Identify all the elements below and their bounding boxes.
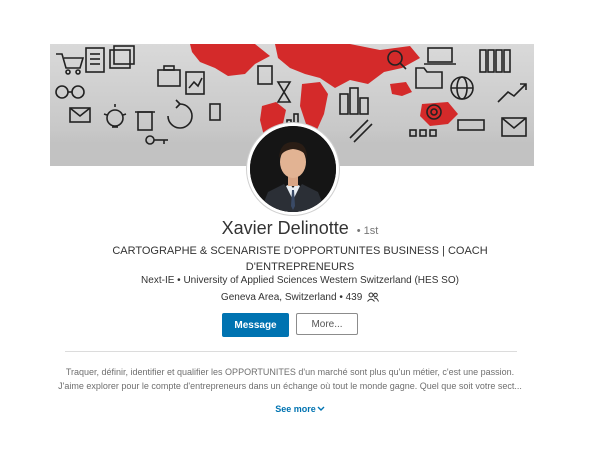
- profile-location-row: Geneva Area, Switzerland • 439: [0, 292, 600, 303]
- more-actions-button[interactable]: More...: [296, 313, 358, 335]
- section-divider: [65, 351, 517, 352]
- summary-line: J'aime explorer pour le compte d'entrepr…: [58, 381, 522, 391]
- profile-name-row: Xavier Delinotte • 1st: [0, 218, 600, 239]
- chevron-down-icon: [317, 404, 325, 414]
- profile-location: Geneva Area, Switzerland • 439: [220, 292, 363, 303]
- profile-education: Next-IE • University of Applied Sciences…: [141, 275, 459, 286]
- profile-name: Xavier Delinotte: [221, 218, 349, 238]
- see-more-label: See more: [275, 404, 316, 414]
- profile-avatar[interactable]: [247, 123, 339, 215]
- world-map-icon: [190, 44, 458, 144]
- connection-degree: • 1st: [356, 225, 379, 237]
- see-more-link[interactable]: See more: [0, 404, 600, 414]
- message-button[interactable]: Message: [222, 313, 289, 337]
- profile-summary: Traquer, définir, identifier et qualifie…: [55, 365, 525, 393]
- summary-line: Traquer, définir, identifier et qualifie…: [65, 367, 515, 377]
- profile-headline: CARTOGRAPHE & SCENARISTE D'OPPORTUNITES …: [112, 245, 488, 273]
- connections-icon: [367, 292, 380, 302]
- profile-photo: [250, 126, 336, 212]
